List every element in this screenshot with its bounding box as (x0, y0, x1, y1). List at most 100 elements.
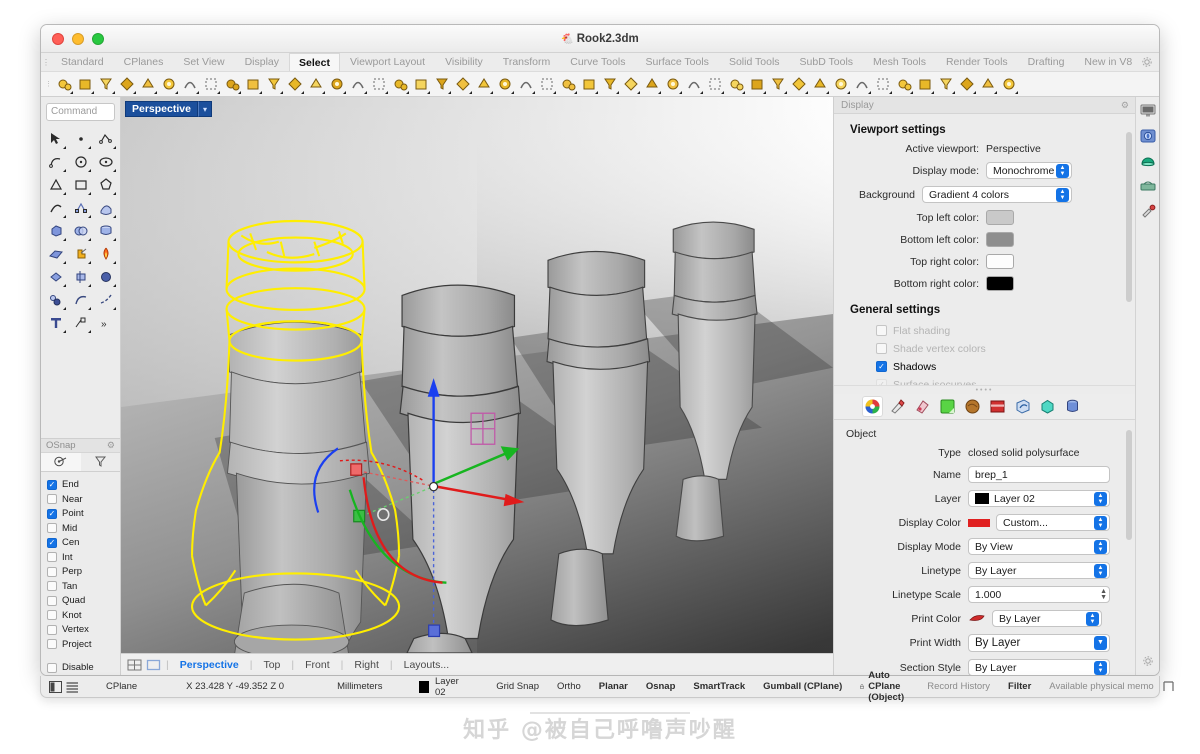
print-color-select[interactable]: By Layer ▲ ▼ (992, 610, 1102, 627)
select-pair-icon[interactable] (347, 74, 368, 95)
menu-tab-cplanes[interactable]: CPlanes (114, 53, 174, 71)
select-cube2-icon[interactable] (998, 74, 1019, 95)
status-gumball[interactable]: Gumball (CPlane) (754, 681, 851, 692)
osnap-item-vertex[interactable]: Vertex (47, 623, 120, 638)
flame-render-icon[interactable] (93, 242, 118, 265)
viewport-name[interactable]: Perspective (125, 101, 198, 117)
display-mode-object-select[interactable]: By View ▲ ▼ (968, 538, 1110, 555)
view-tab-right[interactable]: Right (344, 659, 389, 671)
status-layer[interactable]: Layer 02 (391, 676, 462, 698)
properties-tab-bar[interactable] (834, 394, 1135, 420)
menu-tab-mesh-tools[interactable]: Mesh Tools (863, 53, 936, 71)
zoom-button[interactable] (92, 32, 104, 45)
osnap-target-icon[interactable] (41, 452, 81, 471)
chevron-updown-icon[interactable]: ▲ ▼ (1094, 491, 1107, 506)
status-left-icons[interactable] (41, 680, 84, 693)
select-bug-icon[interactable] (515, 74, 536, 95)
osnap-checkbox-disable[interactable] (47, 662, 57, 673)
status-planar[interactable]: Planar (590, 681, 637, 692)
gear-puzzle-icon[interactable] (68, 242, 93, 265)
environment-dome-icon[interactable] (1139, 153, 1157, 169)
select-block-icon[interactable] (536, 74, 557, 95)
view-tab-perspective[interactable]: Perspective (170, 659, 249, 671)
boolean-intersect-icon[interactable] (93, 265, 118, 288)
osnap-item-mid[interactable]: Mid (47, 521, 120, 536)
transform-icon[interactable] (68, 311, 93, 334)
menu-tab-drafting[interactable]: Drafting (1018, 53, 1075, 71)
background-select[interactable]: Gradient 4 colors ▲ ▼ (922, 186, 1072, 203)
menu-tab-visibility[interactable]: Visibility (435, 53, 493, 71)
properties-tab-environment[interactable] (1012, 396, 1033, 417)
select-zoom-icon[interactable] (851, 74, 872, 95)
select-solid-icon[interactable] (158, 74, 179, 95)
perspective-viewport[interactable]: Perspective ▾ (121, 97, 833, 653)
select-window-icon[interactable] (725, 74, 746, 95)
flat-shading-checkbox[interactable] (876, 325, 887, 336)
select-color-icon[interactable] (263, 74, 284, 95)
rectangle-icon[interactable] (68, 173, 93, 196)
select-box-icon[interactable] (599, 74, 620, 95)
osnap-checkbox-tan[interactable] (47, 581, 57, 592)
traffic-light-group[interactable] (52, 32, 104, 45)
osnap-item-int[interactable]: Int (47, 550, 120, 565)
chevron-updown-icon[interactable]: ▲ ▼ (1094, 515, 1107, 530)
select-dots-icon[interactable] (305, 74, 326, 95)
select-dark-sphere-icon[interactable] (473, 74, 494, 95)
points-group-icon[interactable] (43, 288, 68, 311)
shadows-row[interactable]: Shadows (876, 359, 1125, 374)
blend-icon[interactable] (93, 288, 118, 311)
polygon-icon[interactable] (93, 173, 118, 196)
resize-grip-icon[interactable] (1163, 681, 1184, 692)
chevron-updown-icon[interactable]: ▲ ▼ (1094, 539, 1107, 554)
osnap-checkbox-knot[interactable] (47, 610, 57, 621)
display-panel-scrollbar[interactable] (1126, 132, 1132, 302)
status-osnap[interactable]: Osnap (637, 681, 685, 692)
select-u-icon[interactable] (893, 74, 914, 95)
properties-tab-blue-cylinder[interactable] (1062, 396, 1083, 417)
osnap-item-knot[interactable]: Knot (47, 608, 120, 623)
osnap-checkbox-project[interactable] (47, 639, 57, 650)
osnap-checkbox-mid[interactable] (47, 523, 57, 534)
circle-icon[interactable] (68, 150, 93, 173)
osnap-item-near[interactable]: Near (47, 492, 120, 507)
more-icon[interactable]: » (93, 311, 118, 334)
osnap-checkbox-end[interactable] (47, 479, 57, 490)
rendering-icon[interactable] (1139, 128, 1157, 144)
osnap-item-disable[interactable]: Disable (47, 661, 120, 676)
select-mesh-icon[interactable] (578, 74, 599, 95)
select-diamond-icon[interactable] (704, 74, 725, 95)
chevron-updown-icon[interactable]: ▲ ▼ (1094, 563, 1107, 578)
select-points-icon[interactable] (74, 74, 95, 95)
gear-icon[interactable] (1139, 653, 1157, 669)
status-auto-cplane[interactable]: Auto CPlane (Object) (851, 670, 918, 703)
select-key-icon[interactable] (935, 74, 956, 95)
display-color-select[interactable]: Custom... ▲ ▼ (996, 514, 1110, 531)
print-width-select[interactable]: By Layer ▼ (968, 634, 1110, 652)
gear-icon[interactable]: ⚙ (1121, 100, 1129, 111)
osnap-checkbox-cen[interactable] (47, 537, 57, 548)
select-shards-icon[interactable] (977, 74, 998, 95)
cylinder-icon[interactable] (93, 219, 118, 242)
select-surface-icon[interactable] (494, 74, 515, 95)
osnap-item-project[interactable]: Project (47, 637, 120, 652)
status-units[interactable]: Millimeters (293, 681, 391, 692)
osnap-checkbox-near[interactable] (47, 494, 57, 505)
osnap-item-end[interactable]: End (47, 478, 120, 493)
osnap-checkbox-quad[interactable] (47, 595, 57, 606)
gear-icon[interactable] (1141, 56, 1153, 68)
osnap-checkbox-perp[interactable] (47, 566, 57, 577)
viewport-single-icon[interactable] (146, 659, 161, 671)
display-monitor-icon[interactable] (1139, 103, 1157, 119)
box-icon[interactable] (43, 219, 68, 242)
status-cplane[interactable]: CPlane (84, 681, 146, 692)
select-shape-icon[interactable] (914, 74, 935, 95)
chevron-updown-icon[interactable]: ▲ ▼ (1086, 611, 1099, 626)
display-mode-select[interactable]: Monochrome ▲ ▼ (986, 162, 1072, 179)
osnap-item-cen[interactable]: Cen (47, 536, 120, 551)
menu-tab-solid-tools[interactable]: Solid Tools (719, 53, 790, 71)
surface-icon[interactable] (93, 196, 118, 219)
print-color-icon[interactable] (968, 612, 986, 625)
view-tab-top[interactable]: Top (253, 659, 290, 671)
section-style-select[interactable]: By Layer ▲ ▼ (968, 659, 1110, 675)
properties-tab-color-wheel[interactable] (862, 396, 883, 417)
